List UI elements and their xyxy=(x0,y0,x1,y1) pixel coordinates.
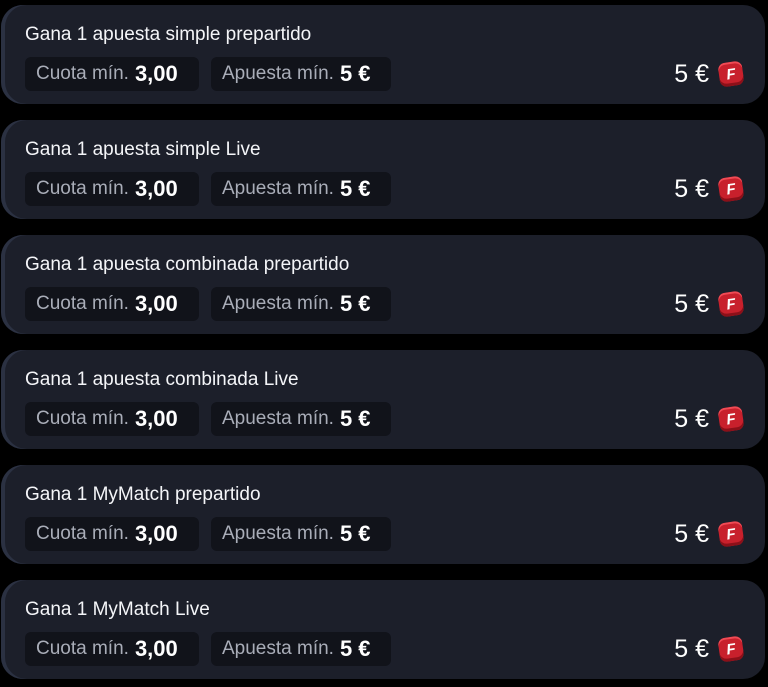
offer-title: Gana 1 apuesta simple prepartido xyxy=(25,24,312,45)
freebet-token-icon: F xyxy=(717,60,745,88)
min-odds-chip: Cuota mín. 3,00 xyxy=(25,402,199,436)
min-odds-label: Cuota mín. xyxy=(36,178,129,199)
offer-card[interactable]: Gana 1 MyMatch prepartido Cuota mín. 3,0… xyxy=(1,465,765,564)
min-odds-value: 3,00 xyxy=(134,521,178,546)
min-odds-chip: Cuota mín. 3,00 xyxy=(25,632,199,666)
min-odds-value: 3,00 xyxy=(134,406,178,431)
min-odds-chip: Cuota mín. 3,00 xyxy=(25,287,199,321)
freebet-token-icon: F xyxy=(717,520,745,548)
token-letter: F xyxy=(725,64,737,84)
min-stake-chip: Apuesta mín. 5 € xyxy=(211,517,391,551)
reward: 5 € F xyxy=(674,287,745,321)
reward: 5 € F xyxy=(674,57,745,91)
reward-amount: 5 € xyxy=(674,634,709,663)
min-odds-value: 3,00 xyxy=(134,291,178,316)
token-letter: F xyxy=(725,179,737,199)
token-letter: F xyxy=(725,524,737,544)
min-stake-chip: Apuesta mín. 5 € xyxy=(211,172,391,206)
min-stake-value: 5 € xyxy=(339,521,371,546)
min-stake-label: Apuesta mín. xyxy=(222,523,334,544)
reward: 5 € F xyxy=(674,402,745,436)
offer-title: Gana 1 apuesta combinada Live xyxy=(25,369,299,390)
min-odds-chip: Cuota mín. 3,00 xyxy=(25,172,199,206)
min-odds-value: 3,00 xyxy=(134,636,178,661)
min-odds-chip: Cuota mín. 3,00 xyxy=(25,517,199,551)
reward-amount: 5 € xyxy=(674,519,709,548)
min-stake-value: 5 € xyxy=(339,291,371,316)
offer-card[interactable]: Gana 1 apuesta simple Live Cuota mín. 3,… xyxy=(1,120,765,219)
reward: 5 € F xyxy=(674,517,745,551)
token-letter: F xyxy=(725,639,737,659)
min-odds-value: 3,00 xyxy=(134,176,178,201)
offer-card[interactable]: Gana 1 apuesta simple prepartido Cuota m… xyxy=(1,5,765,104)
reward: 5 € F xyxy=(674,632,745,666)
offer-title: Gana 1 apuesta combinada prepartido xyxy=(25,254,350,275)
min-stake-value: 5 € xyxy=(339,636,371,661)
min-stake-label: Apuesta mín. xyxy=(222,178,334,199)
reward-amount: 5 € xyxy=(674,174,709,203)
token-letter: F xyxy=(725,294,737,314)
reward: 5 € F xyxy=(674,172,745,206)
offer-card[interactable]: Gana 1 apuesta combinada Live Cuota mín.… xyxy=(1,350,765,449)
min-stake-chip: Apuesta mín. 5 € xyxy=(211,402,391,436)
min-stake-label: Apuesta mín. xyxy=(222,638,334,659)
min-odds-label: Cuota mín. xyxy=(36,293,129,314)
freebet-token-icon: F xyxy=(717,635,745,663)
reward-amount: 5 € xyxy=(674,289,709,318)
min-stake-value: 5 € xyxy=(339,406,371,431)
offer-title: Gana 1 MyMatch Live xyxy=(25,599,210,620)
min-odds-label: Cuota mín. xyxy=(36,523,129,544)
min-stake-chip: Apuesta mín. 5 € xyxy=(211,632,391,666)
min-odds-chip: Cuota mín. 3,00 xyxy=(25,57,199,91)
min-stake-label: Apuesta mín. xyxy=(222,293,334,314)
freebet-token-icon: F xyxy=(717,175,745,203)
min-stake-chip: Apuesta mín. 5 € xyxy=(211,287,391,321)
min-odds-label: Cuota mín. xyxy=(36,63,129,84)
min-stake-value: 5 € xyxy=(339,61,371,86)
offer-card[interactable]: Gana 1 apuesta combinada prepartido Cuot… xyxy=(1,235,765,334)
freebet-token-icon: F xyxy=(717,290,745,318)
offer-card[interactable]: Gana 1 MyMatch Live Cuota mín. 3,00 Apue… xyxy=(1,580,765,679)
min-odds-label: Cuota mín. xyxy=(36,408,129,429)
min-odds-label: Cuota mín. xyxy=(36,638,129,659)
offer-title: Gana 1 MyMatch prepartido xyxy=(25,484,261,505)
freebet-token-icon: F xyxy=(717,405,745,433)
token-letter: F xyxy=(725,409,737,429)
reward-amount: 5 € xyxy=(674,404,709,433)
min-stake-value: 5 € xyxy=(339,176,371,201)
min-stake-label: Apuesta mín. xyxy=(222,408,334,429)
offer-title: Gana 1 apuesta simple Live xyxy=(25,139,261,160)
min-stake-label: Apuesta mín. xyxy=(222,63,334,84)
min-stake-chip: Apuesta mín. 5 € xyxy=(211,57,391,91)
offer-list: Gana 1 apuesta simple prepartido Cuota m… xyxy=(0,0,768,687)
reward-amount: 5 € xyxy=(674,59,709,88)
min-odds-value: 3,00 xyxy=(134,61,178,86)
